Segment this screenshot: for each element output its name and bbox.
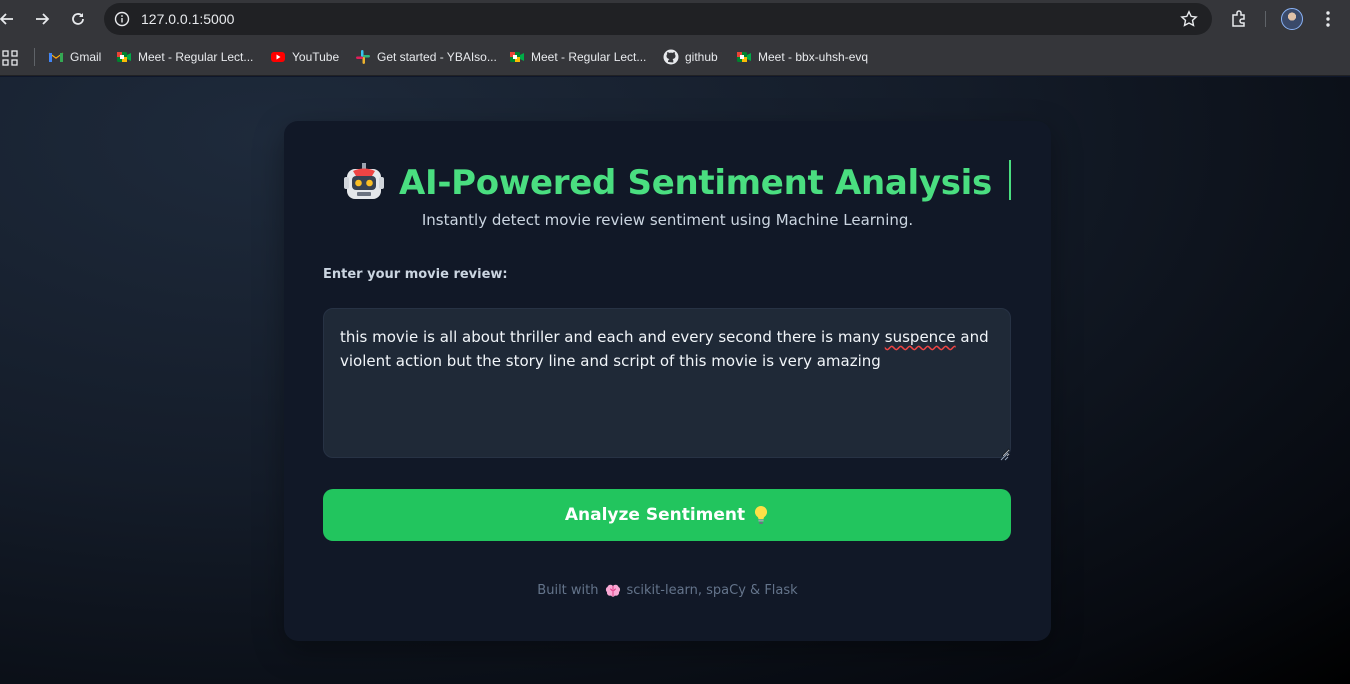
bookmark-meet-3[interactable]: Meet - bbx-uhsh-evq [736,48,868,66]
page-background: AI-Powered Sentiment Analysis Instantly … [0,77,1350,684]
bookmark-meet-2[interactable]: Meet - Regular Lect... [509,48,646,66]
toolbar-divider [1265,11,1266,27]
youtube-icon [270,49,286,65]
gmail-icon [48,49,64,65]
bookmark-slack[interactable]: Get started - YBAIso... [355,48,497,66]
brain-icon [605,584,621,598]
review-label: Enter your movie review: [323,267,508,282]
bookmark-meet-1[interactable]: Meet - Regular Lect... [116,48,253,66]
footer-suffix: scikit-learn, spaCy & Flask [626,583,798,598]
browser-menu-icon[interactable] [1320,9,1336,29]
bookmark-star-icon[interactable] [1180,10,1198,28]
footer-prefix: Built with [537,583,599,598]
browser-toolbar: 127.0.0.1:5000 [0,0,1350,38]
apps-grid-icon[interactable] [2,50,18,66]
meet-icon [116,49,132,65]
analyze-button-label: Analyze Sentiment [564,505,746,525]
robot-icon [343,162,385,204]
slack-icon [355,49,371,65]
bookmark-gmail[interactable]: Gmail [48,48,101,66]
meet-icon [736,49,752,65]
profile-avatar[interactable] [1281,8,1303,30]
resize-handle-icon[interactable] [999,446,1009,461]
footer: Built with scikit-learn, spaCy & Flask [284,583,1051,598]
address-bar[interactable]: 127.0.0.1:5000 [104,3,1212,35]
lightbulb-icon [753,505,769,525]
back-arrow-icon[interactable] [0,10,16,28]
page-title: AI-Powered Sentiment Analysis [399,163,992,203]
review-text-misspelled: suspence [884,328,956,346]
forward-arrow-icon[interactable] [33,10,51,28]
header: AI-Powered Sentiment Analysis [284,159,1051,207]
site-info-icon[interactable] [114,11,130,27]
review-text-before: this movie is all about thriller and eac… [340,328,885,346]
analyze-button[interactable]: Analyze Sentiment [323,489,1011,541]
bookmark-github[interactable]: github [663,48,718,66]
bookmarks-bar: Gmail Meet - Regular Lect... YouTube Get… [0,38,1350,76]
github-icon [663,49,679,65]
extensions-icon[interactable] [1229,9,1249,29]
review-textarea[interactable]: this movie is all about thriller and eac… [323,308,1011,458]
meet-icon [509,49,525,65]
url-text[interactable]: 127.0.0.1:5000 [141,11,234,27]
bookmark-youtube[interactable]: YouTube [270,48,339,66]
sentiment-card: AI-Powered Sentiment Analysis Instantly … [284,121,1051,641]
page-subtitle: Instantly detect movie review sentiment … [421,211,914,229]
bookmarks-divider [34,48,35,66]
reload-icon[interactable] [69,10,87,28]
typing-caret [1009,160,1011,200]
